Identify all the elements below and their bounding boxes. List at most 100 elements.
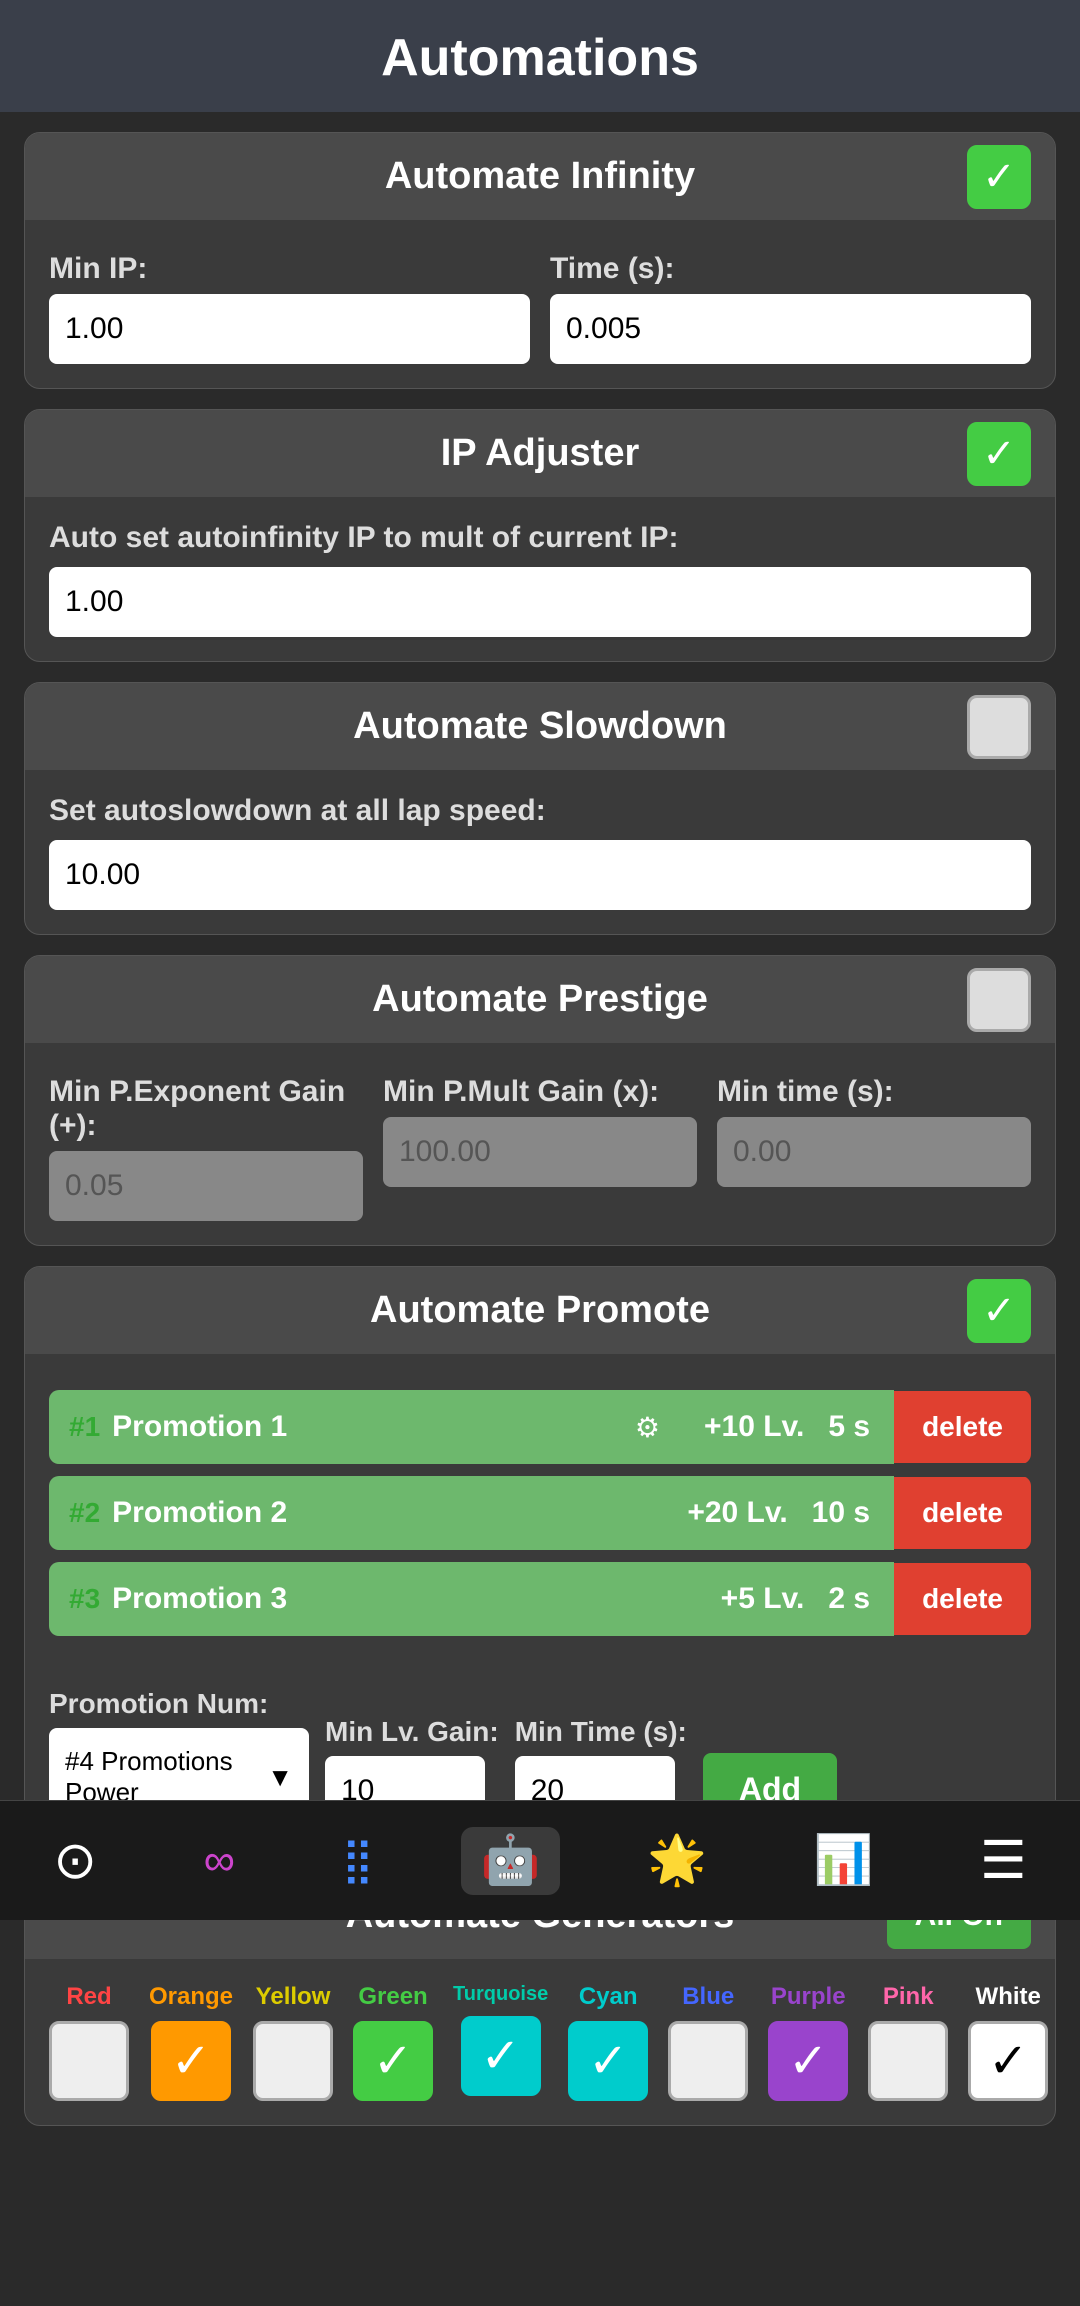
nav-item-infinity[interactable]: ∞ <box>184 1829 255 1893</box>
gen-label-pink: Pink <box>883 1983 934 2011</box>
automate-promote-checkbox[interactable]: ✓ <box>967 1279 1031 1343</box>
nav-item-menu[interactable]: ☰ <box>960 1825 1047 1897</box>
automate-promote-checkbox-wrap[interactable]: ✓ <box>967 1279 1031 1343</box>
promo-center-1: +10 Lv. 5 s <box>680 1390 894 1464</box>
delete-button-3[interactable]: delete <box>894 1563 1031 1635</box>
automate-generators-body: Red Orange ✓ Yellow Green ✓ <box>25 1959 1055 2125</box>
min-mult-input[interactable] <box>383 1117 697 1187</box>
gen-label-white: White <box>976 1983 1041 2011</box>
gen-item-pink: Pink <box>868 1983 948 2101</box>
gen-item-yellow: Yellow <box>253 1983 333 2101</box>
chart-icon: 📊 <box>814 1837 874 1885</box>
promo-left-3: #3 Promotion 3 <box>49 1562 697 1636</box>
delete-button-1[interactable]: delete <box>894 1391 1031 1463</box>
gen-checkbox-pink[interactable] <box>868 2021 948 2101</box>
min-exp-group: Min P.Exponent Gain (+): <box>49 1075 363 1221</box>
nav-item-chart[interactable]: 📊 <box>794 1827 894 1895</box>
gen-checkbox-blue[interactable] <box>668 2021 748 2101</box>
automate-slowdown-checkbox[interactable]: ✓ <box>967 695 1031 759</box>
gen-label-cyan: Cyan <box>579 1983 638 2011</box>
automate-prestige-body: Min P.Exponent Gain (+): Min P.Mult Gain… <box>25 1043 1055 1245</box>
promo-name-1: Promotion 1 <box>112 1410 287 1444</box>
ip-adjuster-checkbox[interactable]: ✓ <box>967 422 1031 486</box>
gen-item-white: White ✓ <box>968 1983 1048 2101</box>
min-exp-input[interactable] <box>49 1151 363 1221</box>
gen-checkbox-orange[interactable]: ✓ <box>151 2021 231 2101</box>
nav-item-star[interactable]: 🌟 <box>627 1827 727 1895</box>
star-icon: 🌟 <box>647 1837 707 1885</box>
gen-checkbox-cyan[interactable]: ✓ <box>568 2021 648 2101</box>
min-time-label: Min time (s): <box>717 1075 1031 1109</box>
menu-icon: ☰ <box>980 1835 1027 1887</box>
promo-num-dropdown-value: #4 Promotions Power <box>65 1746 255 1808</box>
target-icon: ⊙ <box>53 1835 97 1887</box>
bottom-navigation: ⊙ ∞ ⣿ 🤖 🌟 📊 ☰ <box>0 1800 1080 1920</box>
automate-infinity-title: Automate Infinity <box>385 155 695 198</box>
gen-item-cyan: Cyan ✓ <box>568 1983 648 2101</box>
min-ip-input[interactable] <box>49 294 530 364</box>
gen-label-blue: Blue <box>682 1983 734 2011</box>
gen-item-orange: Orange ✓ <box>149 1983 233 2101</box>
min-lv-form-label: Min Lv. Gain: <box>325 1716 499 1748</box>
ip-adjuster-card: IP Adjuster ✓ Auto set autoinfinity IP t… <box>24 409 1056 662</box>
gen-checkbox-green[interactable]: ✓ <box>353 2021 433 2101</box>
min-ip-label: Min IP: <box>49 252 530 286</box>
automate-infinity-checkbox-wrap[interactable]: ✓ <box>967 145 1031 209</box>
ip-adjuster-input[interactable] <box>49 567 1031 637</box>
min-time-group: Min time (s): <box>717 1075 1031 1221</box>
automate-prestige-title: Automate Prestige <box>372 978 708 1021</box>
gen-checkbox-turquoise[interactable]: ✓ <box>461 2016 541 2096</box>
promo-left-2: #2 Promotion 2 <box>49 1476 663 1550</box>
automate-slowdown-input[interactable] <box>49 840 1031 910</box>
dots-icon: ⣿ <box>342 1839 374 1883</box>
gen-checkbox-red[interactable] <box>49 2021 129 2101</box>
promo-lv-1: +10 Lv. <box>704 1410 804 1444</box>
time-label: Time (s): <box>550 252 1031 286</box>
gen-checkbox-white[interactable]: ✓ <box>968 2021 1048 2101</box>
automate-slowdown-header: Automate Slowdown ✓ <box>25 683 1055 770</box>
promotion-list: #1 Promotion 1 ⚙ +10 Lv. 5 s delete #2 P… <box>49 1390 1031 1636</box>
chevron-down-icon: ▼ <box>267 1762 293 1793</box>
min-mult-label: Min P.Mult Gain (x): <box>383 1075 697 1109</box>
gen-item-turquoise: Turquoise ✓ <box>453 1983 548 2101</box>
gen-checkbox-yellow[interactable] <box>253 2021 333 2101</box>
gen-item-purple: Purple ✓ <box>768 1983 848 2101</box>
nav-item-dots[interactable]: ⣿ <box>322 1829 394 1893</box>
automate-promote-card: Automate Promote ✓ #1 Promotion 1 ⚙ +10 … <box>24 1266 1056 1851</box>
delete-button-2[interactable]: delete <box>894 1477 1031 1549</box>
automate-infinity-checkbox[interactable]: ✓ <box>967 145 1031 209</box>
promo-num-form-label: Promotion Num: <box>49 1688 309 1720</box>
prestige-inputs: Min P.Exponent Gain (+): Min P.Mult Gain… <box>49 1075 1031 1221</box>
gen-item-blue: Blue <box>668 1983 748 2101</box>
nav-item-robot[interactable]: 🤖 <box>461 1827 561 1895</box>
automate-prestige-card: Automate Prestige ✓ Min P.Exponent Gain … <box>24 955 1056 1246</box>
automate-prestige-checkbox-wrap[interactable]: ✓ <box>967 968 1031 1032</box>
infinity-icon: ∞ <box>204 1839 235 1883</box>
promo-lv-3: +5 Lv. <box>721 1582 805 1616</box>
gen-label-yellow: Yellow <box>256 1983 331 2011</box>
gear-icon[interactable]: ⚙ <box>635 1411 660 1444</box>
gen-label-purple: Purple <box>771 1983 846 2011</box>
min-time-form-label: Min Time (s): <box>515 1716 687 1748</box>
time-input[interactable] <box>550 294 1031 364</box>
gen-checkbox-purple[interactable]: ✓ <box>768 2021 848 2101</box>
min-time-input[interactable] <box>717 1117 1031 1187</box>
automate-prestige-checkbox[interactable]: ✓ <box>967 968 1031 1032</box>
scroll-area: Automate Infinity ✓ Min IP: Time (s): IP… <box>0 112 1080 2306</box>
promo-name-3: Promotion 3 <box>112 1582 287 1616</box>
automate-slowdown-body: Set autoslowdown at all lap speed: <box>25 770 1055 934</box>
generator-colors: Red Orange ✓ Yellow Green ✓ <box>49 1983 1031 2101</box>
automate-slowdown-checkbox-wrap[interactable]: ✓ <box>967 695 1031 759</box>
ip-adjuster-checkbox-wrap[interactable]: ✓ <box>967 422 1031 486</box>
automate-infinity-card: Automate Infinity ✓ Min IP: Time (s): <box>24 132 1056 389</box>
gen-item-red: Red <box>49 1983 129 2101</box>
automate-promote-title: Automate Promote <box>370 1289 710 1332</box>
promo-num-3: #3 <box>69 1583 100 1615</box>
ip-adjuster-desc: Auto set autoinfinity IP to mult of curr… <box>49 521 678 554</box>
page-header: Automations <box>0 0 1080 112</box>
nav-item-target[interactable]: ⊙ <box>33 1825 117 1897</box>
automate-promote-header: Automate Promote ✓ <box>25 1267 1055 1354</box>
ip-adjuster-title: IP Adjuster <box>441 432 640 475</box>
gen-label-red: Red <box>66 1983 111 2011</box>
promo-left-1: #1 Promotion 1 ⚙ <box>49 1390 680 1464</box>
